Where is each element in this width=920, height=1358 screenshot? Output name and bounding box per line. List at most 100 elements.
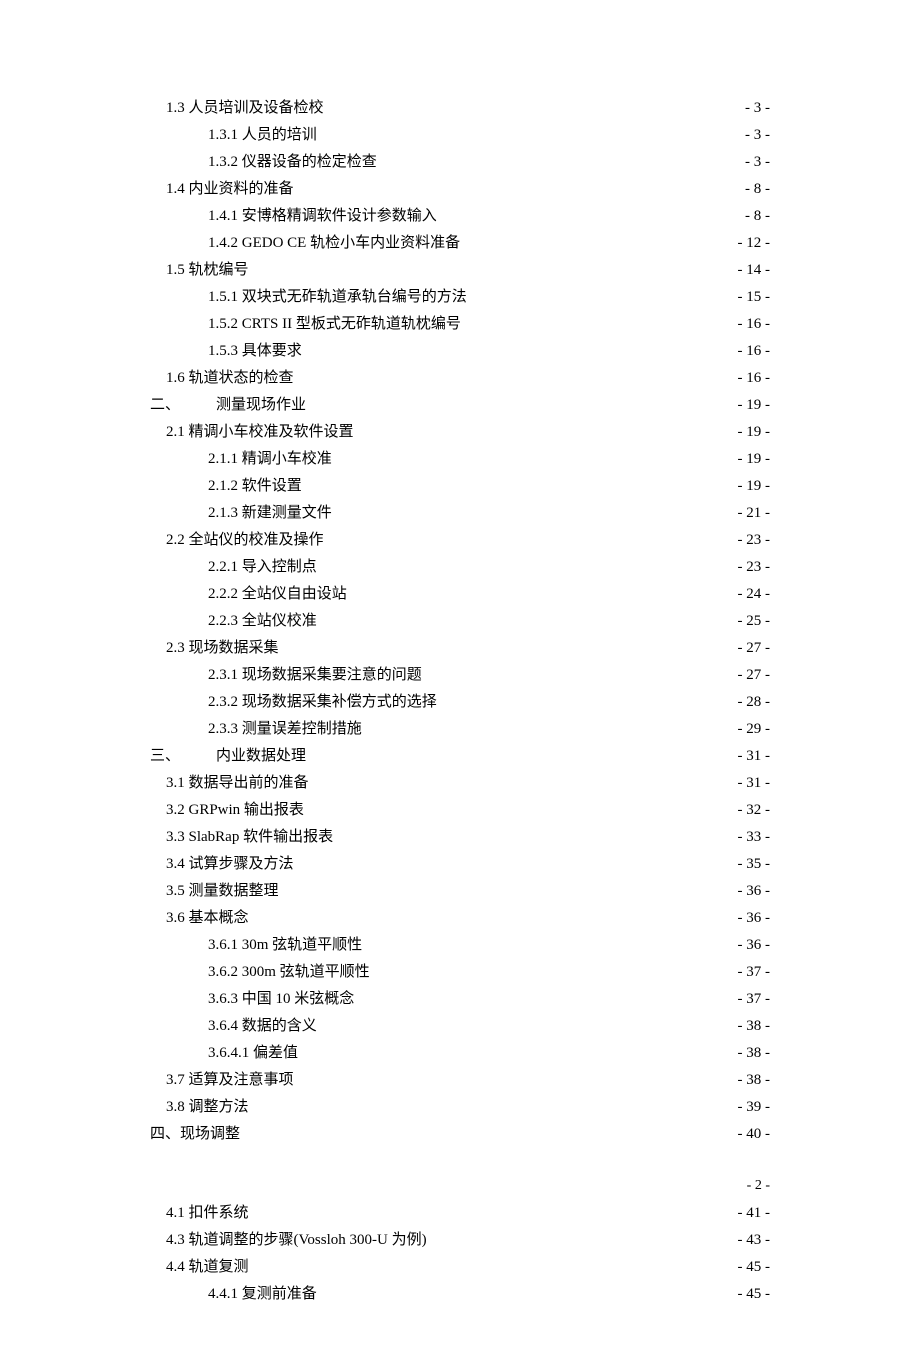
toc-page-number: - 40 - [738, 1121, 771, 1148]
table-of-contents-continued: 4.1 扣件系统- 41 -4.3 轨道调整的步骤(Vossloh 300-U … [150, 1200, 770, 1308]
toc-page-number: - 8 - [745, 176, 770, 203]
toc-entry: 3.6.3 中国 10 米弦概念- 37 - [150, 986, 770, 1013]
toc-entry: 2.2.1 导入控制点- 23 - [150, 554, 770, 581]
toc-label: 测量现场作业 [216, 392, 306, 419]
toc-entry: 2.3.1 现场数据采集要注意的问题 - 27 - [150, 662, 770, 689]
toc-page-number: - 38 - [738, 1013, 771, 1040]
toc-entry: 1.4.1 安博格精调软件设计参数输入- 8 - [150, 203, 770, 230]
toc-entry: 3.2 GRPwin 输出报表 - 32 - [150, 797, 770, 824]
toc-label: 内业数据处理 [216, 743, 306, 770]
toc-page-number: - 38 - [738, 1067, 771, 1094]
toc-entry: 4.3 轨道调整的步骤(Vossloh 300-U 为例) - 43 - [150, 1227, 770, 1254]
toc-entry: 1.4.2 GEDO CE 轨检小车内业资料准备- 12 - [150, 230, 770, 257]
toc-label: 3.8 调整方法 [166, 1094, 249, 1121]
toc-label: 1.6 轨道状态的检查 [166, 365, 294, 392]
toc-page-number: - 3 - [745, 149, 770, 176]
toc-page-number: - 19 - [738, 392, 771, 419]
toc-page-number: - 24 - [738, 581, 771, 608]
toc-label: 3.6.4 数据的含义 [208, 1013, 317, 1040]
toc-label: 1.5.1 双块式无砟轨道承轨台编号的方法 [208, 284, 467, 311]
toc-page-number: - 43 - [738, 1227, 771, 1254]
toc-page-number: - 21 - [738, 500, 771, 527]
toc-entry: 三、 内业数据处理 - 31 - [150, 743, 770, 770]
toc-page-number: - 3 - [745, 95, 770, 122]
toc-page-number: - 23 - [738, 527, 771, 554]
toc-entry: 3.6 基本概念 - 36 - [150, 905, 770, 932]
toc-label: 2.1 精调小车校准及软件设置 [166, 419, 354, 446]
toc-label: 3.6.2 300m 弦轨道平顺性 [208, 959, 370, 986]
toc-entry: 3.8 调整方法 - 39 - [150, 1094, 770, 1121]
toc-entry: 1.4 内业资料的准备- 8 - [150, 176, 770, 203]
toc-page-number: - 32 - [738, 797, 771, 824]
toc-label: 2.1.3 新建测量文件 [208, 500, 332, 527]
toc-page-number: - 33 - [738, 824, 771, 851]
toc-entry: 4.1 扣件系统 - 41 - [150, 1200, 770, 1227]
toc-page-number: - 37 - [738, 986, 771, 1013]
toc-entry: 2.1 精调小车校准及软件设置- 19 - [150, 419, 770, 446]
toc-page-number: - 25 - [738, 608, 771, 635]
toc-label: 2.1.1 精调小车校准 [208, 446, 332, 473]
toc-entry: 2.1.2 软件设置- 19 - [150, 473, 770, 500]
toc-page-number: - 15 - [738, 284, 771, 311]
toc-label: 3.4 试算步骤及方法 [166, 851, 294, 878]
document-page: 1.3 人员培训及设备检校- 3 -1.3.1 人员的培训- 3 -1.3.2 … [0, 0, 920, 1358]
toc-page-number: - 12 - [738, 230, 771, 257]
toc-label: 3.5 测量数据整理 [166, 878, 279, 905]
toc-page-number: - 31 - [738, 770, 771, 797]
toc-entry: 2.2 全站仪的校准及操作 - 23 - [150, 527, 770, 554]
toc-page-number: - 19 - [738, 446, 771, 473]
toc-entry: 2.3.2 现场数据采集补偿方式的选择 - 28 - [150, 689, 770, 716]
toc-entry: 2.2.2 全站仪自由设站- 24 - [150, 581, 770, 608]
toc-label: 4.4 轨道复测 [166, 1254, 249, 1281]
toc-label: 3.3 SlabRap 软件输出报表 [166, 824, 333, 851]
toc-label: 1.4.1 安博格精调软件设计参数输入 [208, 203, 437, 230]
toc-page-number: - 29 - [738, 716, 771, 743]
toc-label: 1.5.2 CRTS II 型板式无砟轨道轨枕编号 [208, 311, 461, 338]
toc-page-number: - 36 - [738, 878, 771, 905]
toc-section-number: 三、 [150, 743, 180, 770]
toc-page-number: - 27 - [738, 662, 771, 689]
toc-page-number: - 31 - [738, 743, 771, 770]
toc-page-number: - 16 - [738, 311, 771, 338]
toc-entry: 1.3 人员培训及设备检校 - 3 - [150, 95, 770, 122]
toc-label: 2.2 全站仪的校准及操作 [166, 527, 324, 554]
toc-label: 1.3 人员培训及设备检校 [166, 95, 324, 122]
toc-label: 2.3 现场数据采集 [166, 635, 279, 662]
toc-page-number: - 3 - [745, 122, 770, 149]
toc-entry: 3.6.4 数据的含义 - 38 - [150, 1013, 770, 1040]
toc-page-number: - 41 - [738, 1200, 771, 1227]
toc-label: 四、现场调整 [150, 1121, 240, 1148]
toc-page-number: - 37 - [738, 959, 771, 986]
toc-entry: 2.3.3 测量误差控制措施- 29 - [150, 716, 770, 743]
toc-label: 1.5.3 具体要求 [208, 338, 302, 365]
table-of-contents: 1.3 人员培训及设备检校- 3 -1.3.1 人员的培训- 3 -1.3.2 … [150, 95, 770, 1148]
toc-label: 3.2 GRPwin 输出报表 [166, 797, 304, 824]
toc-entry: 1.3.1 人员的培训 - 3 - [150, 122, 770, 149]
toc-entry: 4.4 轨道复测- 45 - [150, 1254, 770, 1281]
toc-entry: 2.3 现场数据采集- 27 - [150, 635, 770, 662]
toc-page-number: - 36 - [738, 932, 771, 959]
toc-page-number: - 36 - [738, 905, 771, 932]
toc-page-number: - 28 - [738, 689, 771, 716]
toc-label: 2.3.1 现场数据采集要注意的问题 [208, 662, 422, 689]
toc-label: 2.2.3 全站仪校准 [208, 608, 317, 635]
toc-entry: 4.4.1 复测前准备- 45 - [150, 1281, 770, 1308]
toc-entry: 2.2.3 全站仪校准 - 25 - [150, 608, 770, 635]
toc-label: 4.3 轨道调整的步骤(Vossloh 300-U 为例) [166, 1227, 427, 1254]
toc-entry: 1.5.3 具体要求- 16 - [150, 338, 770, 365]
toc-label: 3.7 适算及注意事项 [166, 1067, 294, 1094]
toc-entry: 3.7 适算及注意事项 - 38 - [150, 1067, 770, 1094]
toc-entry: 2.1.1 精调小车校准 - 19 - [150, 446, 770, 473]
toc-label: 4.1 扣件系统 [166, 1200, 249, 1227]
toc-entry: 1.5.1 双块式无砟轨道承轨台编号的方法 - 15 - [150, 284, 770, 311]
toc-page-number: - 35 - [738, 851, 771, 878]
toc-section-number: 二、 [150, 392, 180, 419]
toc-page-number: - 39 - [738, 1094, 771, 1121]
toc-page-number: - 14 - [738, 257, 771, 284]
toc-entry: 2.1.3 新建测量文件 - 21 - [150, 500, 770, 527]
toc-entry: 3.6.2 300m 弦轨道平顺性 - 37 - [150, 959, 770, 986]
toc-label: 3.6 基本概念 [166, 905, 249, 932]
toc-label: 1.3.1 人员的培训 [208, 122, 317, 149]
toc-entry: 3.1 数据导出前的准备- 31 - [150, 770, 770, 797]
toc-label: 2.3.2 现场数据采集补偿方式的选择 [208, 689, 437, 716]
